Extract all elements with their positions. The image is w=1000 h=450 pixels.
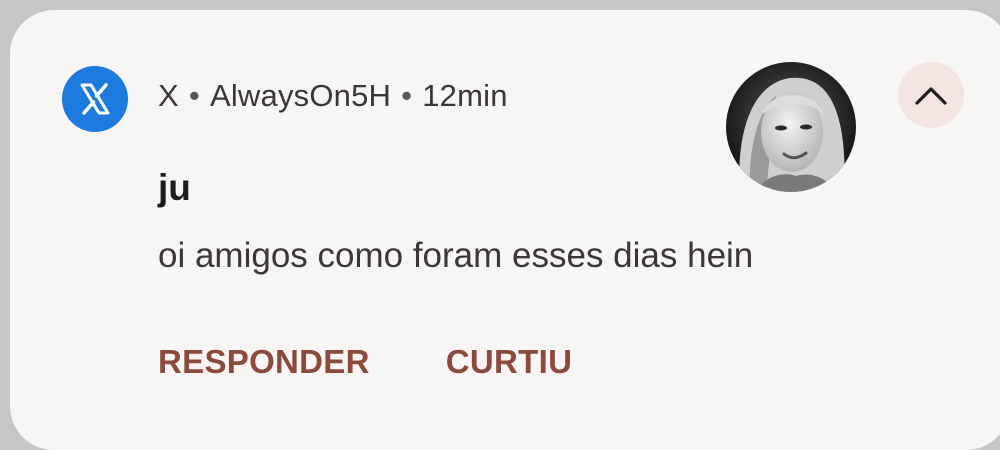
timestamp: 12min xyxy=(422,78,508,113)
notification-title: ju xyxy=(158,167,191,208)
notification-actions: RESPONDER CURTIU xyxy=(158,343,572,381)
separator: • xyxy=(188,78,200,113)
notification-header: X • AlwaysOn5H • 12min xyxy=(158,78,508,114)
app-name: X xyxy=(158,78,179,113)
x-logo-icon xyxy=(62,66,128,132)
notification-message: oi amigos como foram esses dias hein xyxy=(158,236,754,275)
chevron-up-icon xyxy=(915,87,947,105)
like-button[interactable]: CURTIU xyxy=(446,343,572,381)
avatar xyxy=(726,62,856,192)
collapse-button[interactable] xyxy=(898,62,964,128)
separator: • xyxy=(401,78,413,113)
reply-button[interactable]: RESPONDER xyxy=(158,343,370,381)
notification-card[interactable]: X • AlwaysOn5H • 12min ju oi amigos como… xyxy=(10,10,1000,450)
account-name: AlwaysOn5H xyxy=(209,78,392,113)
